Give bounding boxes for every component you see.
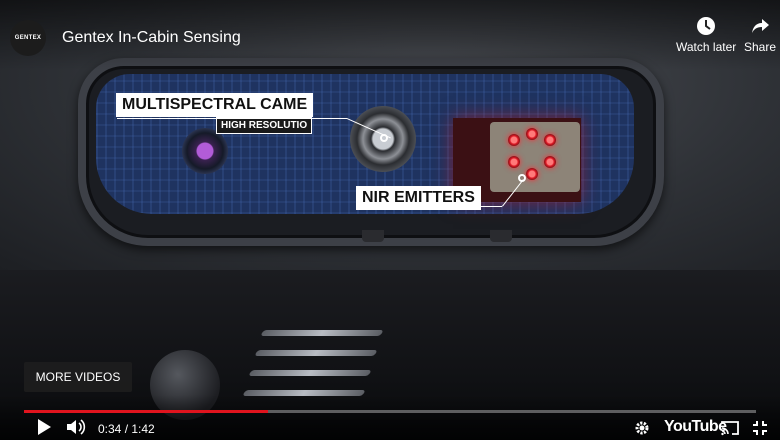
dashboard-vent-slat	[254, 350, 378, 356]
exit-fullscreen-icon	[752, 421, 768, 440]
dashboard-vent-slat	[260, 330, 384, 336]
play-icon	[36, 419, 52, 440]
nir-led	[526, 168, 538, 180]
camera-callout-dot	[380, 134, 388, 142]
camera-leader-line	[117, 118, 347, 119]
watch-later-label: Watch later	[676, 40, 737, 54]
watch-later-button[interactable]: Watch later	[676, 16, 736, 54]
share-label: Share	[744, 40, 777, 54]
gear-icon	[634, 421, 650, 440]
play-button[interactable]	[36, 418, 52, 440]
mute-button[interactable]	[66, 418, 86, 440]
video-player[interactable]: MULTISPECTRAL CAME HIGH RESOLUTIO NIR EM…	[0, 0, 780, 440]
time-display: 0:34 / 1:42	[98, 422, 155, 436]
cast-icon	[720, 421, 740, 440]
mirror-mount-knob	[490, 230, 512, 242]
youtube-logo[interactable]: YouTube	[664, 418, 727, 436]
camera-callout-sublabel: HIGH RESOLUTIO	[216, 117, 313, 134]
mirror-mount-knob	[362, 230, 384, 242]
emitter-board	[490, 122, 580, 192]
cast-button[interactable]	[720, 420, 740, 440]
channel-avatar[interactable]: GENTEX	[10, 20, 46, 56]
nir-led	[544, 134, 556, 146]
nir-led	[508, 134, 520, 146]
dashboard-vent-slat	[248, 370, 372, 376]
progress-bar[interactable]	[24, 410, 756, 413]
more-videos-button[interactable]: MORE VIDEOS	[24, 362, 132, 392]
camera-callout-label: MULTISPECTRAL CAME	[116, 93, 314, 117]
channel-logo-text: GENTEX	[14, 35, 42, 41]
share-button[interactable]: Share	[744, 16, 776, 54]
progress-bar-played	[24, 410, 268, 413]
nir-led	[544, 156, 556, 168]
settings-button[interactable]	[634, 420, 650, 440]
nir-led	[508, 156, 520, 168]
clock-icon	[676, 16, 736, 36]
nir-led	[526, 128, 538, 140]
volume-icon	[66, 419, 86, 440]
video-title[interactable]: Gentex In-Cabin Sensing	[62, 29, 241, 47]
side-camera-lens	[182, 128, 228, 174]
emitters-callout-label: NIR EMITTERS	[356, 186, 481, 210]
share-arrow-icon	[744, 16, 776, 36]
emitters-leader-line	[470, 206, 502, 207]
emitters-callout-dot	[518, 174, 526, 182]
exit-fullscreen-button[interactable]	[752, 420, 768, 440]
